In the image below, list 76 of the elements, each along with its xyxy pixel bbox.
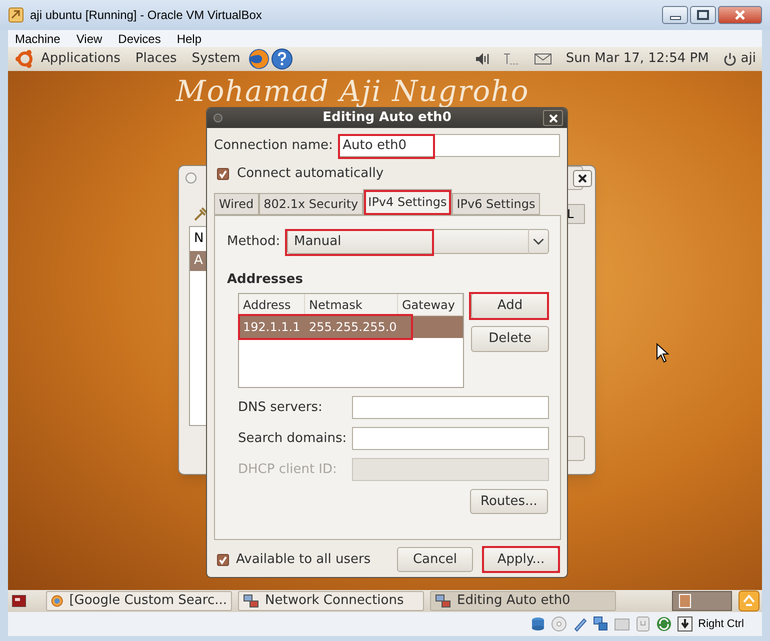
tab[interactable]: IPv4 Settings: [363, 189, 452, 215]
routes-button[interactable]: Routes...: [470, 489, 548, 514]
column-header[interactable]: Gateway: [398, 294, 463, 315]
menu-item[interactable]: Devices: [118, 30, 161, 48]
dialog-title: Editing Auto eth0: [322, 109, 452, 128]
section-heading: Addresses: [227, 272, 304, 288]
menu-item[interactable]: View: [76, 30, 102, 48]
help-icon: [271, 48, 294, 70]
taskbar-button[interactable]: Editing Auto eth0: [430, 591, 616, 611]
checkbox-label: Available to all users: [236, 550, 371, 569]
tab[interactable]: Wired: [214, 193, 259, 215]
tab[interactable]: IPv6 Settings: [452, 193, 540, 215]
browser-icon: [51, 593, 64, 609]
workspace-switcher[interactable]: [672, 591, 732, 611]
volume-icon: [474, 52, 490, 66]
dialog-button[interactable]: Apply...: [483, 547, 559, 572]
power-icon: [722, 52, 737, 66]
table-cell-text: 192.1.1.1: [242, 319, 302, 336]
close-button[interactable]: [543, 110, 563, 126]
optical-disc-icon: [551, 616, 568, 632]
close-icon: [548, 114, 558, 122]
minimize-icon: [670, 16, 680, 20]
tab[interactable]: 802.1x Security: [258, 193, 364, 215]
browser-icon: [248, 48, 270, 70]
close-icon: [735, 10, 745, 20]
mouse-cursor-icon: [656, 343, 670, 363]
close-icon: [578, 174, 587, 183]
checkbox[interactable]: [217, 168, 229, 180]
pencil-icon: [572, 616, 588, 632]
field-label: Search domains:: [238, 430, 348, 448]
checkbox[interactable]: [217, 554, 229, 566]
user-name[interactable]: aji: [740, 49, 756, 69]
menu-item[interactable]: Machine: [15, 30, 60, 48]
connection-name-field[interactable]: Auto eth0: [338, 134, 560, 157]
banner-text: Mohamad Aji Nugroho: [176, 75, 530, 107]
host-key-label: Right Ctrl: [698, 616, 744, 632]
download-icon: [677, 616, 694, 632]
field-label: Connection name:: [214, 136, 334, 155]
show-desktop-icon: [12, 595, 26, 607]
dialog-button[interactable]: Add: [471, 293, 549, 319]
mail-icon: [534, 53, 552, 65]
checkbox-label: Connect automatically: [237, 165, 384, 184]
refresh-icon: [656, 616, 672, 632]
window-menu-icon: [185, 172, 197, 184]
taskbar-button[interactable]: Network Connections: [238, 591, 424, 611]
dialog-button[interactable]: Cancel: [397, 547, 473, 572]
field-label: DNS servers:: [238, 398, 324, 417]
input-field[interactable]: [352, 427, 549, 450]
menu-item[interactable]: Help: [176, 30, 202, 48]
taskbar-button[interactable]: [Google Custom Searc...: [46, 591, 232, 611]
panel-menu[interactable]: System: [192, 49, 240, 69]
ubuntu-logo-icon: [15, 49, 35, 69]
field-label: Method:: [227, 232, 282, 251]
folder-icon: [614, 616, 630, 632]
panel-clock: Sun Mar 17, 12:54 PM: [566, 50, 709, 68]
minimize-button[interactable]: [662, 6, 688, 24]
close-button[interactable]: [573, 170, 592, 187]
maximize-icon: [697, 10, 709, 20]
input-field[interactable]: [352, 396, 549, 419]
method-dropdown[interactable]: Manual: [287, 229, 549, 254]
network-icon: [593, 616, 610, 632]
window-title: aji ubuntu [Running] - Oracle VM VirtualBox: [30, 7, 262, 24]
maximize-button[interactable]: [690, 6, 716, 24]
field-label: DHCP client ID:: [238, 460, 338, 479]
table-row[interactable]: 192.1.1.1 255.255.255.0: [239, 316, 463, 338]
panel-menu[interactable]: Applications: [41, 49, 120, 69]
table-cell-text: 255.255.255.0: [308, 319, 398, 336]
hard-disk-icon: [530, 616, 546, 632]
column-header[interactable]: Address: [239, 294, 305, 315]
dialog-button[interactable]: Delete: [471, 326, 549, 352]
network-icon: [435, 593, 451, 609]
network-icon: [243, 593, 259, 609]
column-header[interactable]: Netmask: [305, 294, 398, 315]
window-menu-icon: [213, 113, 223, 123]
app-icon: [8, 7, 24, 23]
panel-menu[interactable]: Places: [135, 49, 177, 69]
